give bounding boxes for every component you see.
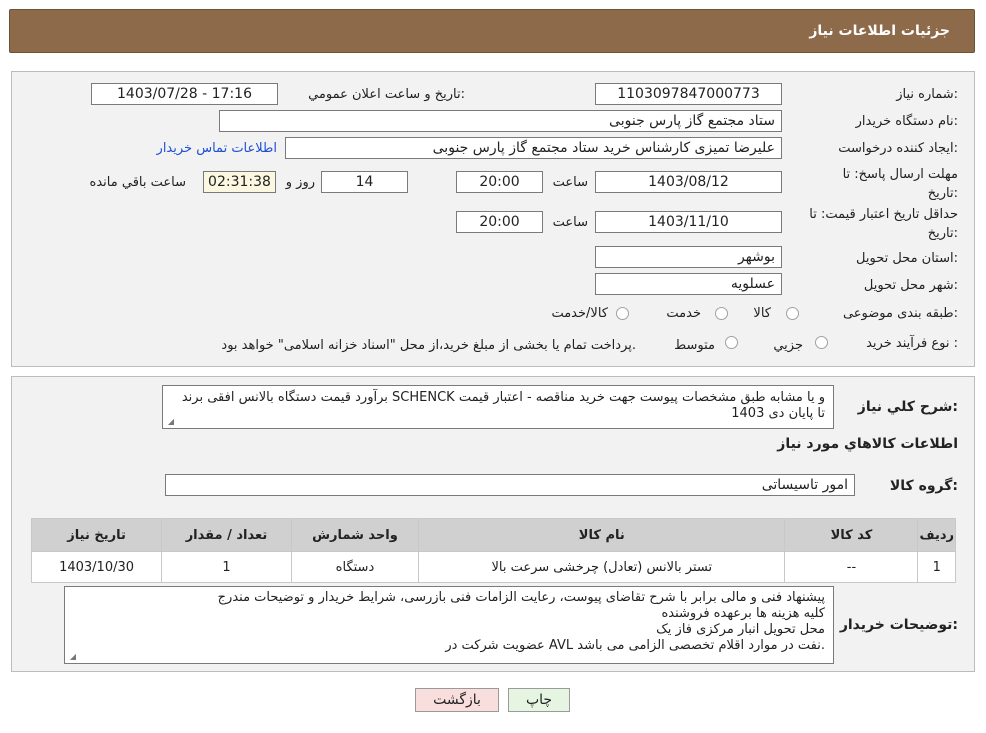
days-field: 14: [321, 171, 408, 193]
category-radio-goods[interactable]: [786, 307, 799, 320]
buyer-note-line: عضویت شرکت در AVL نفت در موارد اقلام تخص…: [445, 638, 825, 653]
category-option-goods: کالا: [753, 306, 771, 321]
province-label: استان محل تحويل:: [856, 251, 958, 266]
description-label: شرح كلي نياز:: [857, 399, 958, 415]
buyer-note-line: کلیه هزینه ها برعهده فروشنده: [661, 606, 825, 621]
page-header: جزئیات اطلاعات نیاز: [9, 9, 975, 53]
category-label: طبقه بندی موضوعی:: [842, 306, 958, 321]
process-option-medium: متوسط: [674, 338, 715, 353]
process-option-minor: جزيي: [773, 338, 803, 353]
goods-table: رديف كد كالا نام كالا واحد شمارش تعداد /…: [30, 518, 956, 583]
resize-grip-icon[interactable]: ◢: [68, 653, 76, 661]
process-note: پرداخت تمام یا بخشی از مبلغ خرید،از محل …: [221, 338, 636, 353]
goods-group-label: گروه کالا:: [889, 478, 958, 494]
cell-row-number: 1: [917, 551, 956, 583]
requester-label: ايجاد كننده درخواست:: [838, 141, 958, 156]
category-radio-service[interactable]: [715, 307, 728, 320]
price-time-label: ساعت: [552, 215, 588, 230]
buyer-note-line: محل تحویل انبار مرکزی فاز یک: [656, 622, 825, 637]
need-number-label: شماره نیاز:: [896, 87, 958, 102]
description-field: برآورد قیمت دستگاه بالانس افقی برند SCHE…: [162, 385, 834, 429]
description-text: برآورد قیمت دستگاه بالانس افقی برند SCHE…: [181, 390, 825, 421]
table-row: 1 -- تستر بالانس (تعادل) چرخشی سرعت بالا…: [30, 551, 956, 583]
col-name: نام كالا: [418, 518, 786, 552]
announce-field: 1403/07/28 - 17:16: [91, 83, 278, 105]
goods-section-title: اطلاعات كالاهاي مورد نياز: [777, 436, 958, 452]
price-validity-label: حداقل تاريخ اعتبار قيمت: تا تاريخ:: [809, 207, 958, 241]
category-option-goods-service: کالا/خدمت: [551, 306, 608, 321]
print-button[interactable]: چاپ: [508, 688, 570, 712]
page-title: جزئیات اطلاعات نیاز: [809, 23, 950, 39]
buyer-org-label: نام دستگاه خريدار:: [855, 114, 958, 129]
cell-date: 1403/10/30: [30, 551, 163, 583]
price-date-field: 1403/11/10: [595, 211, 782, 233]
category-radio-goods-service[interactable]: [616, 307, 629, 320]
process-radio-minor[interactable]: [815, 336, 828, 349]
need-number-field: 1103097847000773: [595, 83, 782, 105]
process-radio-medium[interactable]: [725, 336, 738, 349]
announce-label: تاریخ و ساعت اعلان عمومي:: [308, 87, 465, 102]
reply-deadline-label: مهلت ارسال پاسخ: تا تاریخ:: [842, 167, 958, 201]
reply-date-field: 1403/08/12: [595, 171, 782, 193]
col-qty: تعداد / مقدار: [161, 518, 292, 552]
city-label: شهر محل تحويل:: [863, 278, 958, 293]
price-time-field: 20:00: [456, 211, 543, 233]
cell-unit: دستگاه: [290, 551, 420, 583]
resize-grip-icon[interactable]: ◢: [166, 418, 174, 426]
category-option-service: خدمت: [666, 306, 701, 321]
remaining-label: ساعت باقي مانده: [89, 175, 186, 190]
col-unit: واحد شمارش: [290, 518, 420, 552]
days-label: روز و: [285, 175, 315, 190]
buyer-contact-link[interactable]: اطلاعات تماس خريدار: [157, 141, 277, 156]
col-date: تاريخ نياز: [30, 518, 163, 552]
remaining-time-field: 02:31:38: [203, 171, 276, 193]
back-button[interactable]: بازگشت: [415, 688, 499, 712]
province-field: بوشهر: [595, 246, 782, 268]
process-label: نوع فرآيند خريد :: [866, 336, 958, 351]
buyer-notes-field: پیشنهاد فنی و مالی برابر با شرح تقاضای پ…: [64, 586, 834, 664]
buyer-notes-label: توضيحات خريدار:: [839, 617, 958, 633]
col-code: كد كالا: [784, 518, 919, 552]
buyer-note-line: پیشنهاد فنی و مالی برابر با شرح تقاضای پ…: [217, 590, 825, 605]
reply-time-field: 20:00: [456, 171, 543, 193]
goods-table-header: رديف كد كالا نام كالا واحد شمارش تعداد /…: [30, 518, 956, 552]
cell-name: تستر بالانس (تعادل) چرخشی سرعت بالا: [418, 551, 786, 583]
cell-qty: 1: [161, 551, 292, 583]
cell-code: --: [784, 551, 919, 583]
requester-field: علیرضا تمیزی کارشناس خرید ستاد مجتمع گاز…: [285, 137, 782, 159]
city-field: عسلویه: [595, 273, 782, 295]
reply-time-label: ساعت: [552, 175, 588, 190]
col-row-number: رديف: [917, 518, 956, 552]
buyer-org-field: ستاد مجتمع گاز پارس جنوبی: [219, 110, 782, 132]
goods-group-field: امور تاسیساتی: [165, 474, 855, 496]
